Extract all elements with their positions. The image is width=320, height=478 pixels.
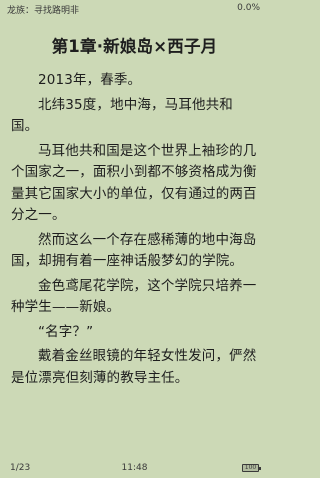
paragraph: 马耳他共和国是这个世界上袖珍的几个国家之一，面积小到都不够资格成为衡量其它国家大… [11,142,257,224]
battery-tip-icon [259,466,261,470]
chapter-title: 第1章·新娘岛×西子月 [51,37,218,56]
battery-level-label: 100 [244,464,257,471]
book-title: 龙族：寻找路明非 [7,6,80,16]
reader-page-content[interactable]: 第1章·新娘岛×西子月 2013年，春季。 北纬35度，地中海，马耳他共和国。 … [0,30,269,450]
paragraph: 金色鸢尾花学院，这个学院只培养一种学生——新娘。 [11,277,257,316]
paragraph: 2013年，春季。 [38,72,142,88]
paragraph: 戴着金丝眼镜的年轻女性发问，俨然是位漂亮但刻薄的教导主任。 [11,348,257,386]
paragraph: 北纬35度，地中海，马耳他共和国。 [11,96,233,135]
reader-bottom-status-bar: 1/23 11:48 100 [0,458,269,478]
reading-progress-percent: 0.0% [237,3,260,13]
clock: 11:48 [121,463,148,473]
paragraph: “名字？” [38,323,94,340]
battery-icon: 100 [242,464,259,472]
reader-top-status-bar: 龙族：寻找路明非 0.0% [0,0,269,18]
paragraph: 然而这么一个存在感稀薄的地中海岛国，却拥有着一座神话般梦幻的学院。 [11,231,257,270]
